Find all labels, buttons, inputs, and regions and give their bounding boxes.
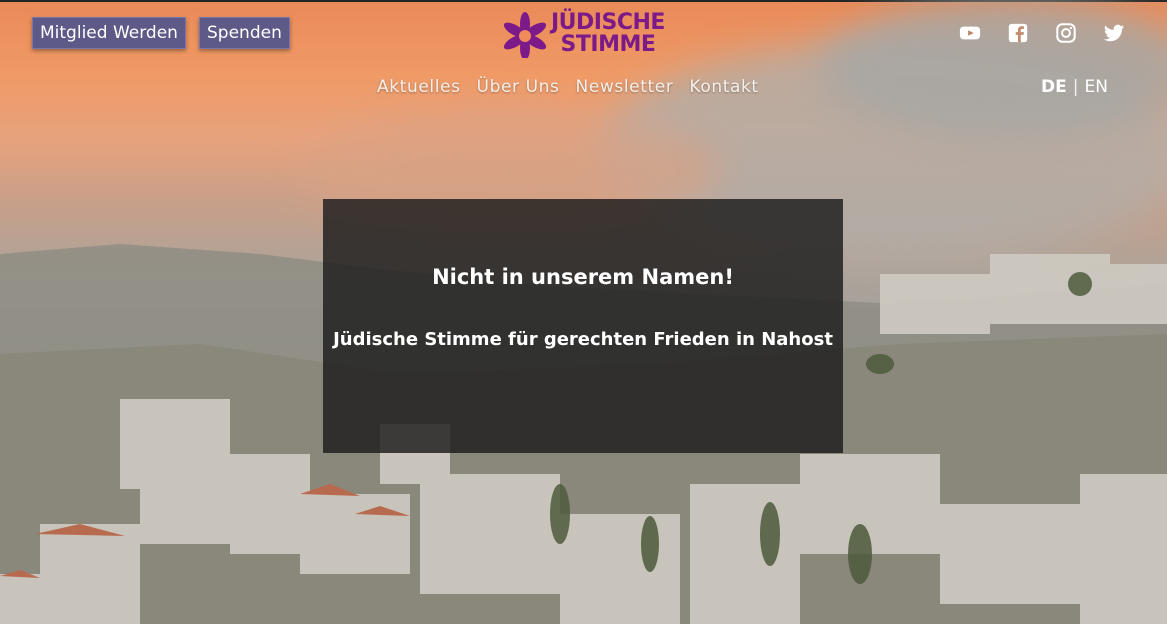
lang-separator: | <box>1072 77 1079 97</box>
youtube-icon[interactable] <box>959 22 981 44</box>
logo-wordmark: JÜDISCHE STIMME <box>551 12 665 56</box>
main-nav: Aktuelles Über Uns Newsletter Kontakt <box>369 77 767 97</box>
nav-item-kontakt[interactable]: Kontakt <box>689 77 758 97</box>
hero-overlay-box: Nicht in unserem Namen! Jüdische Stimme … <box>323 199 843 453</box>
donate-button[interactable]: Spenden <box>199 17 290 49</box>
facebook-icon[interactable] <box>1007 22 1029 44</box>
logo-line-2: STIMME <box>560 32 656 57</box>
lang-de[interactable]: DE <box>1041 77 1067 97</box>
lang-en[interactable]: EN <box>1084 77 1107 97</box>
hero-title: Nicht in unserem Namen! <box>432 265 734 289</box>
nav-item-newsletter[interactable]: Newsletter <box>576 77 674 97</box>
twitter-icon[interactable] <box>1103 22 1125 44</box>
nav-item-aktuelles[interactable]: Aktuelles <box>377 77 461 97</box>
site-logo[interactable]: JÜDISCHE STIMME <box>503 8 665 60</box>
social-links <box>959 22 1125 44</box>
member-button[interactable]: Mitglied Werden <box>32 17 186 49</box>
hero-subtitle: Jüdische Stimme für gerechten Frieden in… <box>333 329 833 350</box>
nav-item-ueber-uns[interactable]: Über Uns <box>477 77 560 97</box>
instagram-icon[interactable] <box>1055 22 1077 44</box>
language-switch: DE | EN <box>1041 77 1108 97</box>
logo-line-1: JÜDISCHE <box>551 10 665 35</box>
star-flower-icon <box>503 12 547 58</box>
